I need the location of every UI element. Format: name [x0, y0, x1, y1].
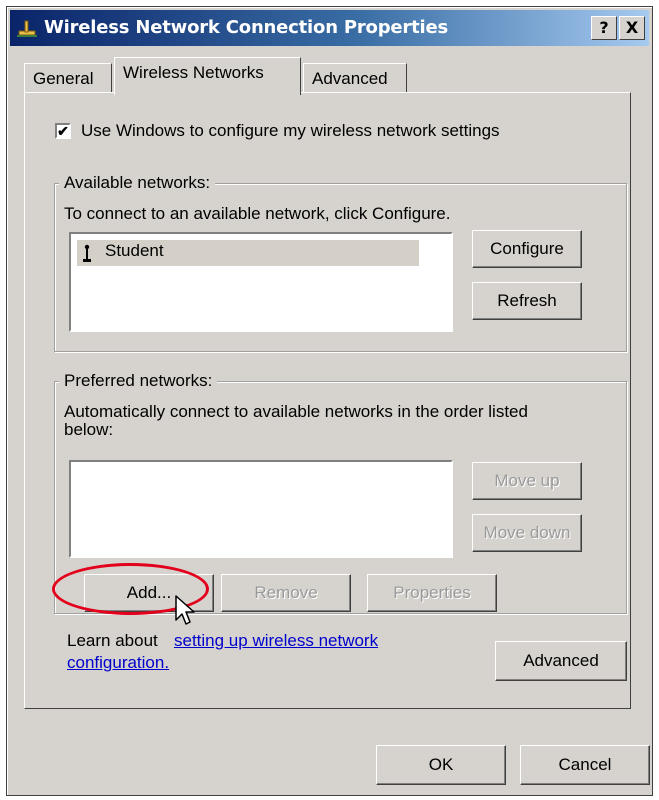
- window-title: Wireless Network Connection Properties: [44, 17, 448, 38]
- learn-link-line2[interactable]: configuration.: [67, 653, 169, 673]
- tab-general[interactable]: General: [24, 63, 112, 95]
- advanced-button[interactable]: Advanced: [495, 641, 627, 681]
- available-networks-group: Available networks: To connect to an ava…: [54, 173, 627, 352]
- cancel-button[interactable]: Cancel: [520, 745, 650, 785]
- preferred-networks-list[interactable]: [69, 460, 453, 558]
- ok-button[interactable]: OK: [376, 745, 506, 785]
- title-bar[interactable]: Wireless Network Connection Properties ?…: [10, 10, 649, 46]
- mouse-cursor-icon: [175, 595, 195, 625]
- available-networks-description: To connect to an available network, clic…: [64, 204, 451, 223]
- wireless-networks-panel: ✔ Use Windows to configure my wireless n…: [24, 92, 631, 709]
- preferred-networks-description: Automatically connect to available netwo…: [64, 402, 528, 421]
- remove-button[interactable]: Remove: [221, 574, 351, 612]
- use-windows-checkbox[interactable]: ✔: [55, 123, 71, 139]
- tab-advanced[interactable]: Advanced: [303, 63, 407, 95]
- properties-button[interactable]: Properties: [367, 574, 497, 612]
- available-networks-legend: Available networks:: [59, 173, 216, 193]
- learn-about-text: Learn about: [67, 631, 158, 650]
- move-down-button[interactable]: Move down: [472, 514, 582, 552]
- help-button[interactable]: ?: [591, 16, 617, 40]
- preferred-networks-legend: Preferred networks:: [59, 371, 218, 391]
- available-networks-list[interactable]: Student: [69, 232, 453, 332]
- network-connection-icon: [17, 20, 37, 37]
- list-item[interactable]: Student: [77, 240, 419, 266]
- preferred-networks-group: Preferred networks: Automatically connec…: [54, 371, 627, 614]
- learn-link-line1[interactable]: setting up wireless network: [174, 631, 378, 651]
- configure-button[interactable]: Configure: [472, 230, 582, 268]
- move-up-button[interactable]: Move up: [472, 462, 582, 500]
- refresh-button[interactable]: Refresh: [472, 282, 582, 320]
- use-windows-label[interactable]: Use Windows to configure my wireless net…: [81, 121, 500, 141]
- preferred-networks-description-cont: below:: [64, 420, 114, 439]
- tab-wireless-networks[interactable]: Wireless Networks: [114, 57, 301, 95]
- close-button[interactable]: X: [619, 16, 645, 40]
- network-name: Student: [105, 241, 164, 260]
- wireless-antenna-icon: [83, 244, 91, 262]
